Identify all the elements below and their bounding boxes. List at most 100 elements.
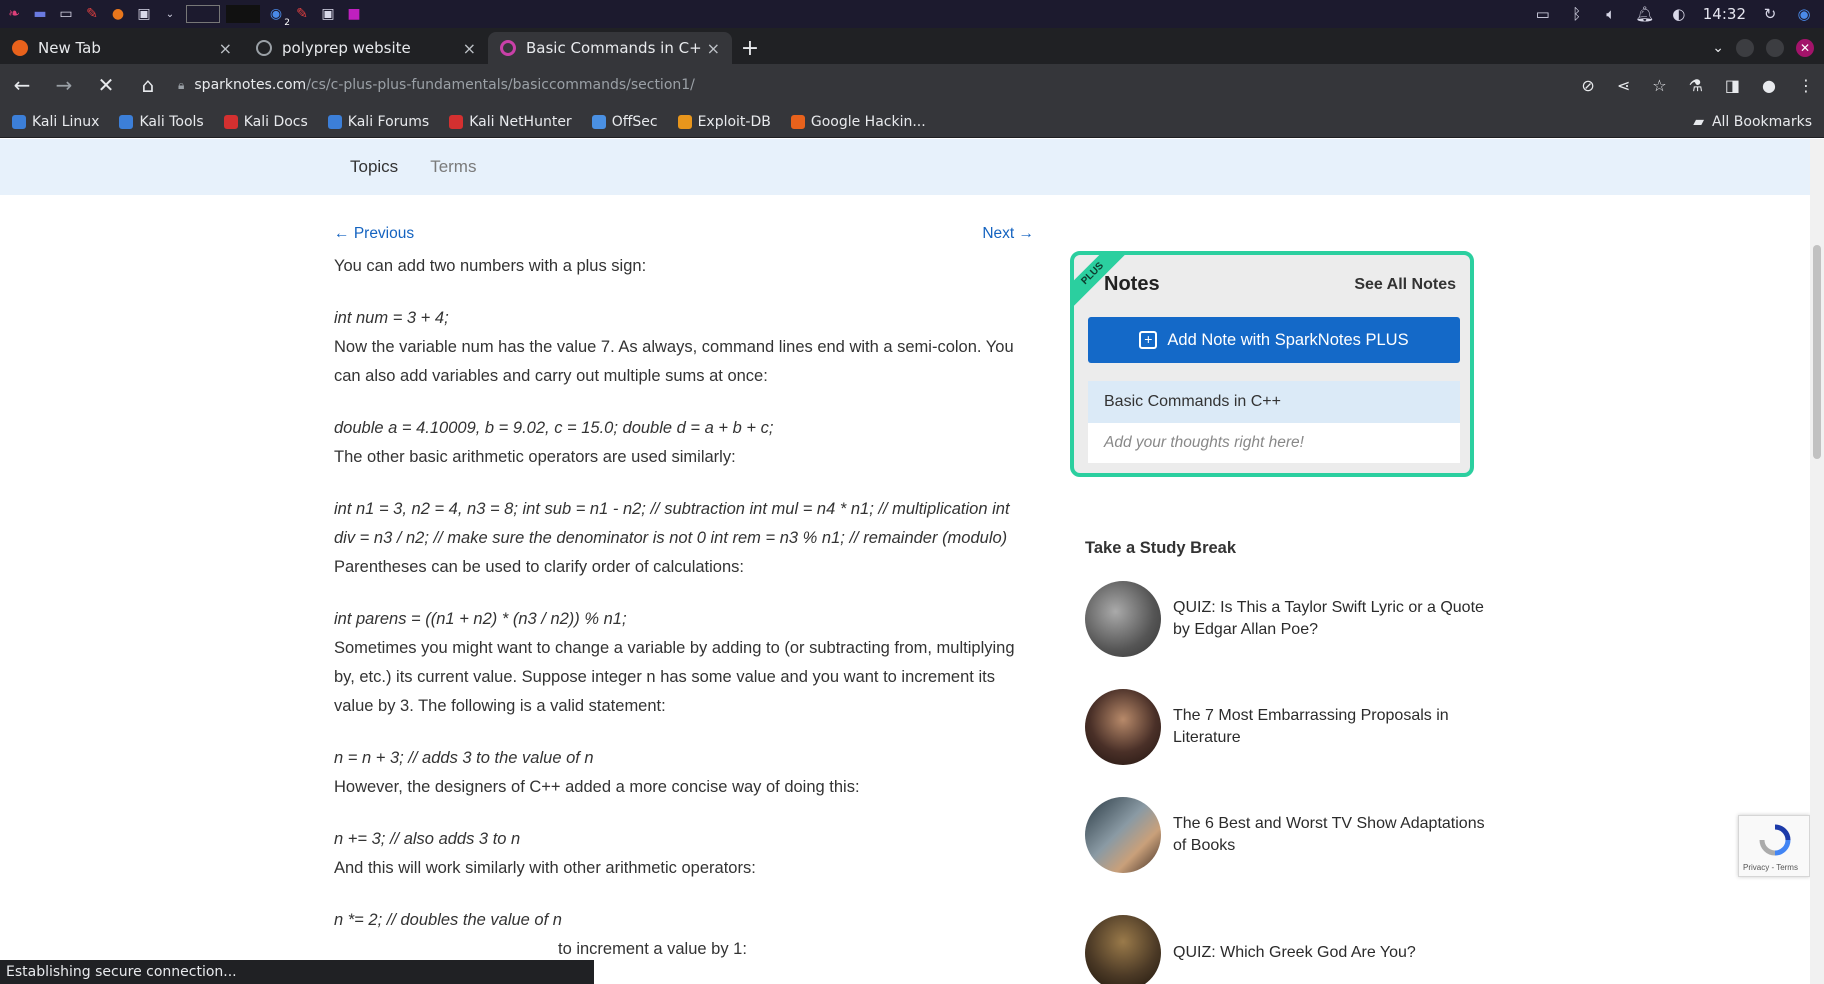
- study-break-link[interactable]: The 6 Best and Worst TV Show Adaptations…: [1173, 813, 1485, 857]
- article-body: ← Previous Next → You can add two number…: [334, 219, 1034, 964]
- offsec-icon: [591, 114, 606, 129]
- study-break-link[interactable]: QUIZ: Is This a Taylor Swift Lyric or a …: [1173, 597, 1485, 641]
- desktop-icon[interactable]: ▬: [30, 4, 50, 24]
- workspace-2-icon[interactable]: [226, 5, 260, 23]
- bookmark-label: Kali Linux: [32, 113, 100, 130]
- files-icon[interactable]: ▭: [56, 4, 76, 24]
- tab-terms[interactable]: Terms: [430, 157, 476, 177]
- tv-adaptation-thumbnail: [1085, 797, 1161, 873]
- notification-bell-icon[interactable]: 🔔︎: [1635, 4, 1655, 24]
- bookmark-google-hacking[interactable]: Google Hackin...: [790, 114, 926, 130]
- study-break-link[interactable]: The 7 Most Embarrassing Proposals in Lit…: [1173, 705, 1485, 749]
- bookmarks-bar: Kali Linux Kali Tools Kali Docs Kali For…: [0, 106, 1824, 138]
- window-close-button[interactable]: ✕: [1796, 39, 1814, 57]
- workspace-1-icon[interactable]: [186, 5, 220, 23]
- share-icon[interactable]: ⋖: [1617, 76, 1630, 95]
- tab-topics[interactable]: Topics: [350, 157, 398, 177]
- url-path: /cs/c-plus-plus-fundamentals/basiccomman…: [306, 77, 695, 93]
- recaptcha-links[interactable]: Privacy - Terms: [1743, 863, 1798, 872]
- arrow-left-icon: ←: [334, 225, 354, 242]
- kali-icon: [12, 114, 26, 129]
- bookmark-label: Kali NetHunter: [469, 113, 572, 130]
- previous-link[interactable]: ← Previous: [334, 219, 414, 248]
- close-icon[interactable]: ×: [463, 39, 476, 58]
- new-tab-button[interactable]: +: [732, 32, 768, 64]
- terminal-icon[interactable]: ▣: [134, 4, 154, 24]
- paragraph: And this will work similarly with other …: [334, 859, 756, 877]
- study-break-link[interactable]: QUIZ: Which Greek God Are You?: [1173, 942, 1416, 964]
- forward-arrow-icon[interactable]: →: [52, 73, 76, 97]
- menu-kebab-icon[interactable]: ⋮: [1798, 76, 1814, 95]
- scrollbar-thumb[interactable]: [1813, 245, 1821, 459]
- power-icon[interactable]: ◐: [1669, 4, 1689, 24]
- paragraph: Parentheses can be used to clarify order…: [334, 558, 744, 576]
- tab-label: polyprep website: [282, 39, 411, 57]
- chevron-down-icon[interactable]: ⌄: [160, 4, 180, 24]
- tab-polyprep[interactable]: polyprep website ×: [244, 32, 488, 64]
- app-icon[interactable]: ■: [344, 4, 364, 24]
- firefox-icon[interactable]: ●: [108, 4, 128, 24]
- next-link[interactable]: Next →: [982, 219, 1034, 248]
- nethunter-icon: [449, 114, 464, 129]
- bookmark-offsec[interactable]: OffSec: [591, 113, 658, 130]
- bookmark-kali-forums[interactable]: Kali Forums: [327, 114, 429, 130]
- study-break-item[interactable]: QUIZ: Is This a Taylor Swift Lyric or a …: [1085, 581, 1485, 657]
- study-break-item[interactable]: The 7 Most Embarrassing Proposals in Lit…: [1085, 689, 1485, 765]
- code-example: n *= 2; // doubles the value of n: [334, 911, 562, 929]
- refresh-icon[interactable]: ↻: [1760, 4, 1780, 24]
- kali-menu-icon[interactable]: ❧: [4, 4, 24, 24]
- paragraph: You can add two numbers with a plus sign…: [334, 257, 647, 275]
- close-icon[interactable]: ×: [219, 39, 232, 58]
- add-note-button[interactable]: + Add Note with SparkNotes PLUS: [1088, 317, 1460, 363]
- maximize-button[interactable]: [1766, 39, 1784, 57]
- notes-title: Notes: [1104, 273, 1160, 295]
- bookmark-star-icon[interactable]: ☆: [1652, 76, 1666, 95]
- kali-forums-icon: [327, 114, 342, 129]
- proposal-thumbnail: [1085, 689, 1161, 765]
- all-bookmarks-button[interactable]: ▰ All Bookmarks: [1693, 114, 1812, 130]
- tab-basic-commands[interactable]: Basic Commands in C++: ×: [488, 32, 732, 64]
- chrome-badge: 2: [284, 18, 290, 28]
- stop-loading-icon[interactable]: ✕: [94, 73, 118, 97]
- tab-new-tab[interactable]: New Tab ×: [0, 32, 244, 64]
- terminal-2-icon[interactable]: ▣: [318, 4, 338, 24]
- recaptcha-icon: [1759, 824, 1791, 856]
- profile-icon[interactable]: ●: [1762, 76, 1776, 95]
- see-all-notes-link[interactable]: See All Notes: [1354, 276, 1456, 294]
- close-icon[interactable]: ×: [707, 39, 720, 58]
- bookmark-label: OffSec: [611, 113, 658, 130]
- page-scrollbar[interactable]: [1810, 139, 1824, 984]
- back-arrow-icon[interactable]: ←: [10, 73, 34, 97]
- bookmark-kali-tools[interactable]: Kali Tools: [119, 113, 204, 130]
- eye-slash-icon[interactable]: ⊘: [1581, 76, 1594, 95]
- add-note-label: Add Note with SparkNotes PLUS: [1167, 330, 1409, 349]
- chrome-icon[interactable]: ◉ 2: [266, 4, 290, 28]
- bluetooth-icon[interactable]: ᛒ: [1567, 4, 1587, 24]
- recaptcha-badge[interactable]: Privacy - Terms: [1738, 815, 1810, 877]
- study-break-item[interactable]: QUIZ: Which Greek God Are You?: [1085, 915, 1485, 984]
- kali-docs-icon: [223, 114, 238, 129]
- bookmark-kali-docs[interactable]: Kali Docs: [223, 114, 308, 130]
- bookmark-kali-linux[interactable]: Kali Linux: [12, 114, 99, 130]
- home-icon[interactable]: ⌂: [136, 73, 160, 97]
- minimize-button[interactable]: [1736, 39, 1754, 57]
- text-editor-icon[interactable]: ✎: [82, 4, 102, 24]
- bookmark-kali-nethunter[interactable]: Kali NetHunter: [449, 113, 572, 130]
- address-bar[interactable]: 🔒︎ sparknotes.com/cs/c-plus-plus-fundame…: [178, 70, 1563, 100]
- extension-flask-icon[interactable]: ⚗: [1689, 76, 1703, 95]
- side-panel-icon[interactable]: ◨: [1725, 76, 1740, 95]
- user-icon[interactable]: ◉: [1794, 4, 1814, 24]
- volume-icon[interactable]: 🔈︎: [1601, 4, 1621, 24]
- document-icon[interactable]: ✎: [292, 4, 312, 24]
- bookmark-exploit-db[interactable]: Exploit-DB: [677, 114, 771, 130]
- clock[interactable]: 14:32: [1703, 5, 1746, 23]
- study-break-item[interactable]: The 6 Best and Worst TV Show Adaptations…: [1085, 797, 1485, 873]
- paragraph: However, the designers of C++ added a mo…: [334, 778, 860, 796]
- note-input[interactable]: Add your thoughts right here!: [1088, 423, 1460, 463]
- bookmark-label: Kali Tools: [139, 113, 204, 130]
- lock-icon[interactable]: 🔒︎: [178, 78, 184, 93]
- browser-toolbar: ← → ✕ ⌂ 🔒︎ sparknotes.com/cs/c-plus-plus…: [0, 64, 1824, 106]
- tab-search-icon[interactable]: ⌄: [1712, 40, 1724, 56]
- code-example: int parens = ((n1 + n2) * (n3 / n2)) % n…: [334, 610, 627, 628]
- display-icon[interactable]: ▭: [1533, 4, 1553, 24]
